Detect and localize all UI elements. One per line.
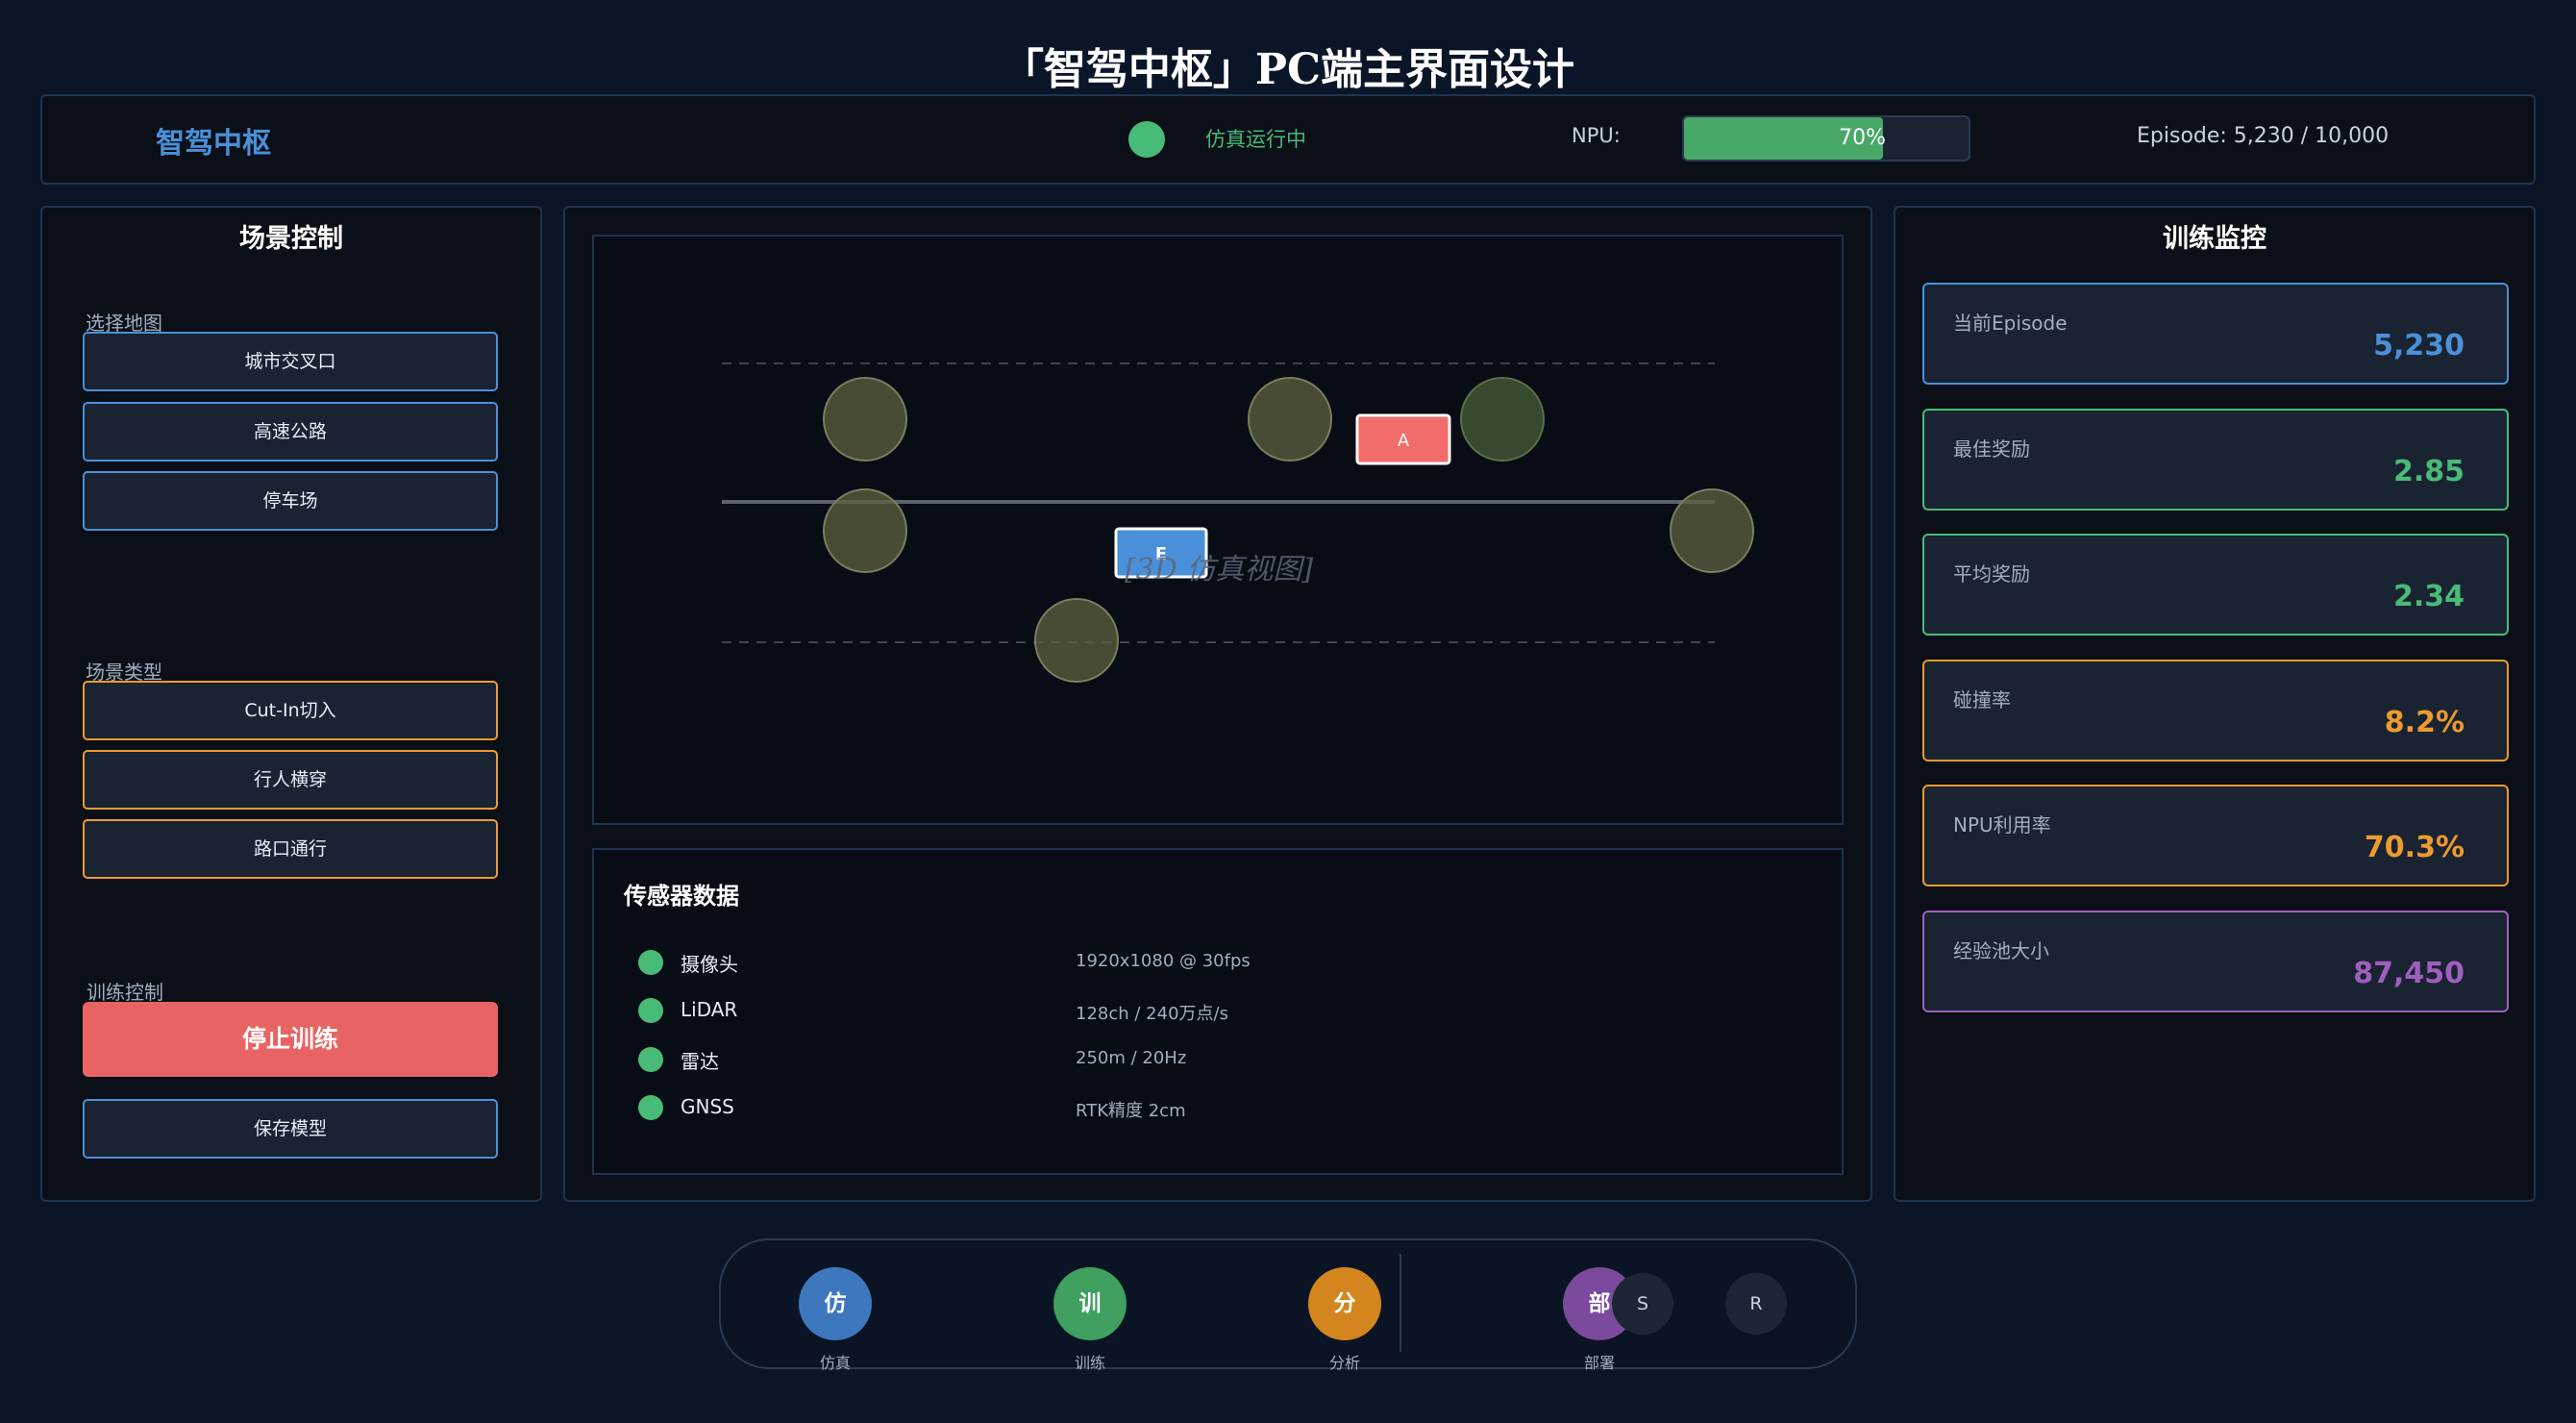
sensor-value-camera: 1920x1080 @ 30fps: [1076, 951, 1251, 971]
metric-value: 8.2%: [2384, 706, 2465, 739]
scene-option-pedestrian-crossing[interactable]: 行人横穿: [83, 750, 498, 810]
metric-card-best-reward: 最佳奖励 2.85: [1922, 409, 2509, 511]
scene-option-intersection-pass[interactable]: 路口通行: [83, 819, 498, 879]
metric-label: 当前Episode: [1953, 312, 2068, 335]
sensor-name-camera: 摄像头: [681, 953, 738, 976]
dock-deploy-label: 部署: [1583, 1354, 1615, 1372]
metric-value: 70.3%: [2364, 831, 2465, 864]
sensor-name-lidar: LiDAR: [681, 998, 738, 1021]
obstacle-3: [1248, 377, 1332, 462]
metric-label: 平均奖励: [1953, 562, 2030, 586]
sensor-value-gnss: RTK精度 2cm: [1076, 1101, 1186, 1121]
metric-value: 87,450: [2353, 957, 2465, 990]
map-option-parking-lot[interactable]: 停车场: [83, 471, 498, 531]
dock-training-label: 训练: [1074, 1354, 1105, 1372]
scene-control-title: 场景控制: [239, 224, 343, 254]
simulation-status: 仿真运行中: [1205, 128, 1306, 151]
metric-card-npu-utilization: NPU利用率 70.3%: [1922, 785, 2509, 886]
metric-value: 2.34: [2392, 580, 2465, 613]
npu-progress-text: 70%: [1839, 126, 1886, 150]
dock-simulation-button[interactable]: 仿: [799, 1267, 872, 1340]
simulation-canvas: A E [3D 仿真视图]: [722, 362, 1754, 683]
npu-progress-bar: 70%: [1682, 115, 1970, 162]
obstacle-1: [823, 377, 907, 462]
page-title: 「智驾中枢」PC端主界面设计: [1001, 45, 1575, 94]
metric-value: 2.85: [2392, 455, 2465, 488]
sensor-name-gnss: GNSS: [681, 1095, 734, 1118]
metric-label: 经验池大小: [1953, 939, 2049, 962]
dock-s-button[interactable]: S: [1612, 1273, 1673, 1335]
npu-label: NPU:: [1572, 124, 1621, 147]
obstacle-4: [1460, 377, 1545, 462]
metric-value: 5,230: [2373, 329, 2465, 362]
sensor-value-lidar: 128ch / 240万点/s: [1076, 1004, 1228, 1024]
metric-label: NPU利用率: [1953, 813, 2051, 836]
episode-counter: Episode: 5,230 / 10,000: [2137, 124, 2390, 148]
metric-card-replay-buffer: 经验池大小 87,450: [1922, 911, 2509, 1012]
map-option-highway[interactable]: 高速公路: [83, 402, 498, 462]
dock-simulation-label: 仿真: [819, 1354, 851, 1372]
sensor-value-radar: 250m / 20Hz: [1076, 1048, 1187, 1068]
stop-training-button[interactable]: 停止训练: [83, 1002, 498, 1077]
brand-logo: 智驾中枢: [156, 127, 271, 161]
metric-label: 碰撞率: [1953, 688, 2011, 712]
sensor-data-title: 传感器数据: [624, 882, 739, 910]
sim-view-placeholder: [3D 仿真视图]: [1125, 553, 1313, 587]
status-indicator-icon: [1128, 121, 1165, 158]
dock-r-button[interactable]: R: [1725, 1273, 1787, 1335]
metric-card-collision-rate: 碰撞率 8.2%: [1922, 660, 2509, 761]
radar-status-icon: [638, 1047, 663, 1072]
scene-option-cut-in[interactable]: Cut-In切入: [83, 681, 498, 740]
simulation-view[interactable]: A E [3D 仿真视图]: [592, 235, 1844, 825]
gnss-status-icon: [638, 1095, 663, 1120]
training-monitor-title: 训练监控: [2163, 224, 2266, 254]
save-model-button[interactable]: 保存模型: [83, 1099, 498, 1159]
dock-analysis-button[interactable]: 分: [1308, 1267, 1381, 1340]
metric-card-average-reward: 平均奖励 2.34: [1922, 534, 2509, 636]
obstacle-6: [1034, 598, 1119, 683]
obstacle-5: [1670, 488, 1754, 573]
dock-analysis-label: 分析: [1328, 1354, 1360, 1372]
sensor-name-radar: 雷达: [681, 1050, 719, 1073]
camera-status-icon: [638, 950, 663, 975]
agent-vehicle-label: A: [1398, 431, 1410, 451]
dock-divider: [1399, 1254, 1401, 1352]
training-control-label: 训练控制: [87, 981, 163, 1004]
metric-card-current-episode: 当前Episode 5,230: [1922, 283, 2509, 385]
dock-training-button[interactable]: 训: [1053, 1267, 1127, 1340]
map-option-city-intersection[interactable]: 城市交叉口: [83, 332, 498, 391]
metric-label: 最佳奖励: [1953, 437, 2030, 461]
lidar-status-icon: [638, 998, 663, 1023]
obstacle-2: [823, 488, 907, 573]
